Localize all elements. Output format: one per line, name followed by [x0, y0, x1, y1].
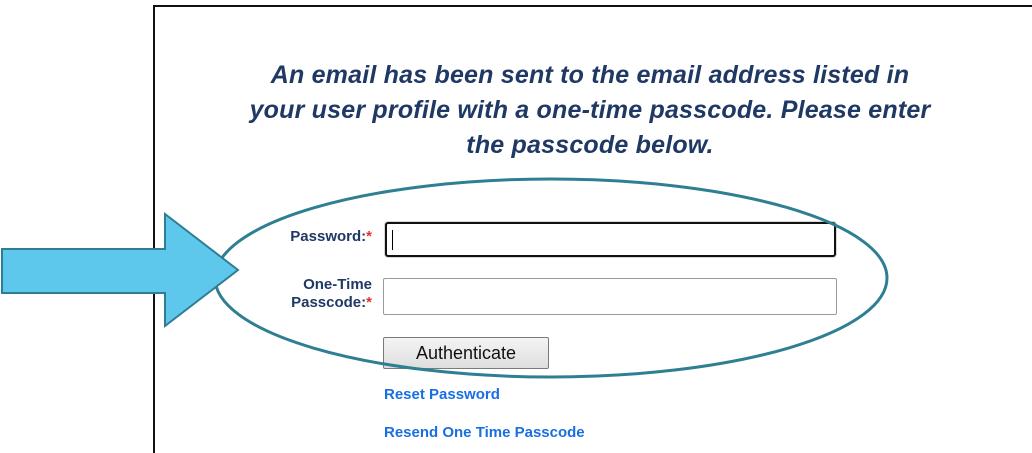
otp-label: One-Time Passcode:*	[238, 276, 372, 312]
authenticate-button[interactable]: Authenticate	[383, 337, 549, 369]
otp-label-line-1: One-Time	[303, 276, 372, 293]
required-asterisk: *	[366, 294, 372, 311]
message-line-2: your user profile with a one-time passco…	[249, 96, 931, 124]
text-caret	[392, 230, 393, 250]
message-line-1: An email has been sent to the email addr…	[270, 61, 910, 89]
otp-input[interactable]	[383, 278, 837, 315]
password-label: Password:*	[238, 228, 372, 246]
screenshot-stage: An email has been sent to the email addr…	[0, 0, 1032, 453]
required-asterisk: *	[366, 228, 372, 245]
message-line-3: the passcode below.	[466, 131, 714, 159]
otp-instruction-message: An email has been sent to the email addr…	[150, 58, 1030, 163]
otp-label-line-2: Passcode:	[291, 294, 367, 311]
password-label-text: Password:	[290, 228, 367, 245]
reset-password-link[interactable]: Reset Password	[384, 386, 500, 403]
password-input[interactable]	[385, 222, 836, 257]
resend-otp-link[interactable]: Resend One Time Passcode	[384, 424, 585, 441]
